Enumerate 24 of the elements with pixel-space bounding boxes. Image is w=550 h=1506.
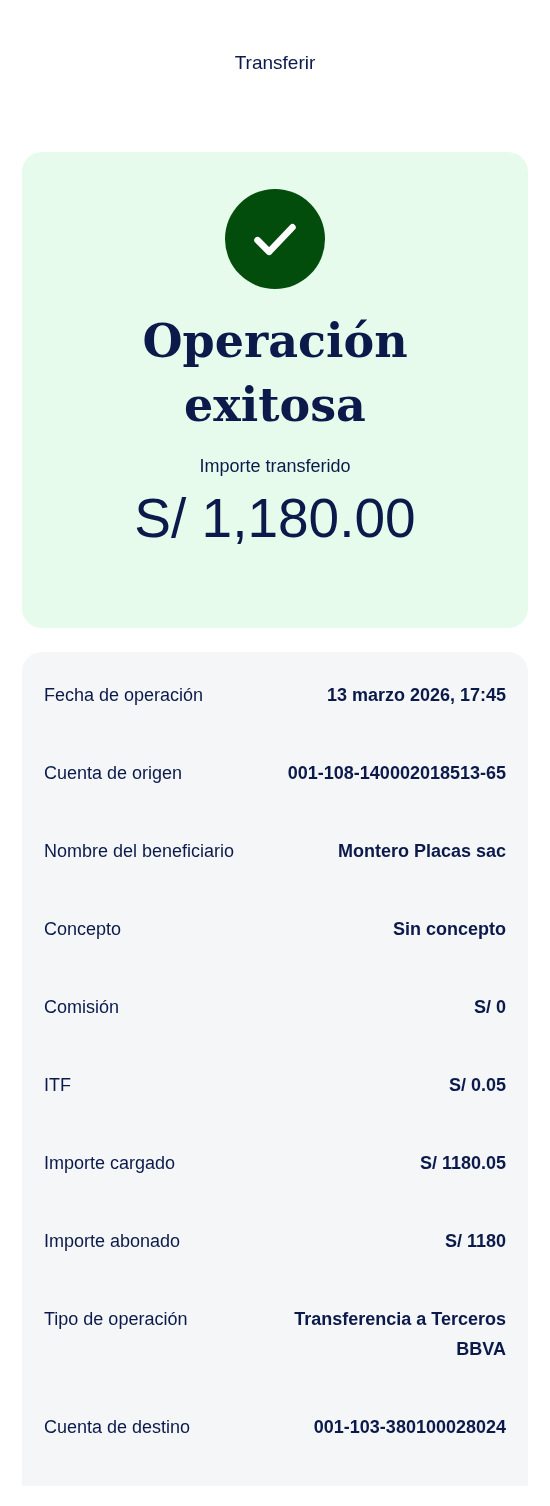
detail-value: 001-108-140002018513-65 [287,762,506,785]
success-heading: Operación exitosa [141,313,409,434]
detail-value: Transferencia a Terceros BBVA [293,1308,506,1361]
detail-label: ITF [44,1074,71,1097]
amount-value: S/ 1,180.00 [134,486,416,550]
detail-value: S/ 1180.05 [419,1152,506,1175]
detail-label: Cuenta de destino [44,1416,191,1439]
amount-label: Importe transferido [199,455,351,478]
detail-label: Tipo de operación [44,1308,188,1331]
detail-value: S/ 0 [473,996,506,1019]
detail-label: Nombre del beneficiario [44,840,235,863]
detail-label: Cuenta de origen [44,762,183,785]
detail-label: Comisión [44,996,120,1019]
detail-label: Importe abonado [44,1230,181,1253]
detail-value: S/ 1180 [444,1230,506,1253]
detail-value: S/ 0.05 [448,1074,506,1097]
detail-value: 001-103-380100028024 [313,1416,506,1439]
detail-label: Fecha de operación [44,684,204,707]
detail-label: Concepto [44,918,122,941]
detail-label: Importe cargado [44,1152,176,1175]
detail-value: 13 marzo 2026, 17:45 [326,684,506,707]
detail-value: Montero Placas sac [337,840,506,863]
page-title: Transferir [234,50,316,75]
detail-value: Sin concepto [393,918,506,941]
